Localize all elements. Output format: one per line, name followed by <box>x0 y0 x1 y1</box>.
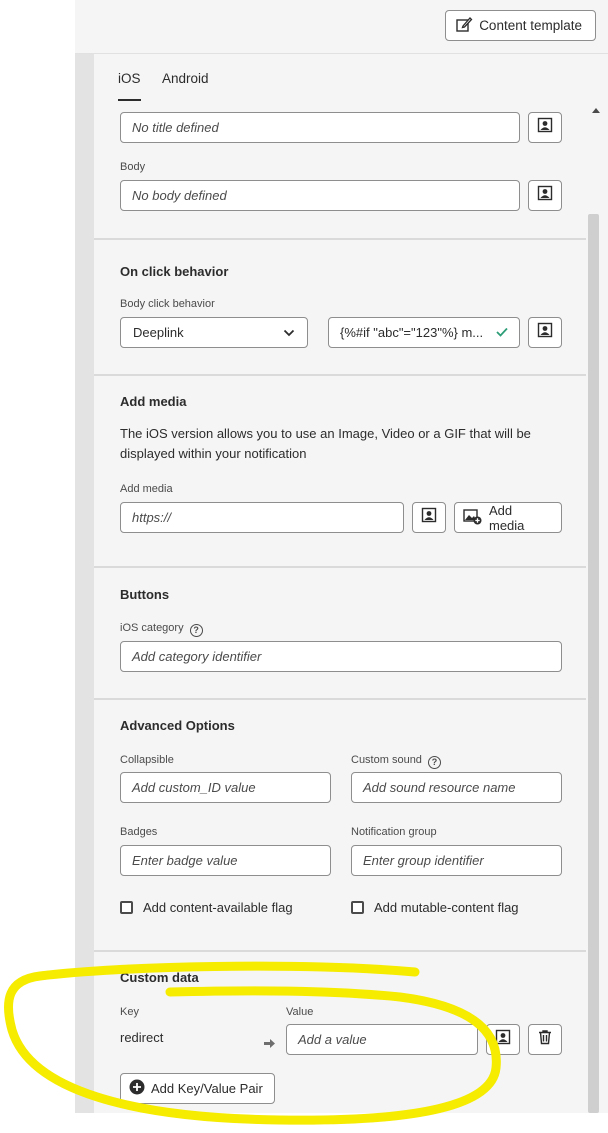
tab-ios[interactable]: iOS <box>118 71 141 101</box>
personalization-icon <box>421 507 437 528</box>
body-field[interactable]: No body defined <box>120 180 520 211</box>
checkmark-icon <box>496 325 508 340</box>
deeplink-personalize-button[interactable] <box>528 317 562 348</box>
content-available-checkbox[interactable]: Add content-available flag <box>120 900 293 915</box>
body-label: Body <box>120 161 146 173</box>
personalization-icon <box>537 322 553 343</box>
checkbox-box[interactable] <box>351 901 364 914</box>
add-media-section: Add media The iOS version allows you to … <box>94 376 586 568</box>
value-column-header: Value <box>286 1006 314 1018</box>
custom-data-personalize-button[interactable] <box>486 1024 520 1055</box>
body-click-select[interactable]: Deeplink <box>120 317 308 348</box>
help-icon[interactable]: ? <box>189 624 203 637</box>
badges-label: Badges <box>120 826 158 838</box>
checkbox-box[interactable] <box>120 901 133 914</box>
deeplink-value: {%#if "abc"="123"%} m... <box>340 325 484 340</box>
custom-sound-label: Custom sound? <box>351 754 441 769</box>
advanced-options-heading: Advanced Options <box>120 718 235 733</box>
media-personalize-button[interactable] <box>412 502 446 533</box>
panel-scrollbar[interactable] <box>586 102 608 1113</box>
tab-android[interactable]: Android <box>162 71 209 86</box>
scroll-up-arrow-icon[interactable] <box>592 108 600 113</box>
content-template-label: Content template <box>479 18 582 33</box>
chevron-down-icon <box>283 325 295 340</box>
custom-data-key: redirect <box>120 1030 164 1045</box>
notification-group-label: Notification group <box>351 826 437 838</box>
notification-group-field[interactable]: Enter group identifier <box>351 845 562 876</box>
add-media-button-label: Add media <box>489 502 525 533</box>
content-template-button[interactable]: Content template <box>445 10 596 41</box>
template-edit-icon <box>455 15 473 36</box>
body-click-value: Deeplink <box>133 325 184 340</box>
scrollbar-thumb[interactable] <box>588 214 599 1113</box>
custom-data-value-field[interactable]: Add a value <box>286 1024 478 1055</box>
top-toolbar: Content template <box>75 0 608 54</box>
badges-field[interactable]: Enter badge value <box>120 845 331 876</box>
left-rail <box>75 54 94 1113</box>
custom-sound-field[interactable]: Add sound resource name <box>351 772 562 803</box>
personalization-icon <box>537 117 553 138</box>
custom-data-section: Custom data Key Value redirect Add a val… <box>94 952 586 1113</box>
content-available-label: Add content-available flag <box>143 900 293 915</box>
add-media-description-line1: The iOS version allows you to use an Ima… <box>120 426 531 441</box>
ios-settings-panel: No title defined Body No body defined On… <box>94 102 586 1113</box>
ios-category-label: iOS category? <box>120 622 203 637</box>
add-image-icon <box>463 508 483 528</box>
mutable-content-label: Add mutable-content flag <box>374 900 519 915</box>
title-personalize-button[interactable] <box>528 112 562 143</box>
help-icon[interactable]: ? <box>427 756 441 769</box>
arrow-right-icon <box>264 1035 275 1053</box>
title-body-section: No title defined Body No body defined <box>94 102 586 240</box>
trash-icon <box>537 1029 553 1050</box>
add-media-button[interactable]: Add media <box>454 502 562 533</box>
add-key-value-pair-label: Add Key/Value Pair <box>151 1081 263 1096</box>
advanced-options-section: Advanced Options Collapsible Add custom_… <box>94 700 586 952</box>
body-personalize-button[interactable] <box>528 180 562 211</box>
deeplink-field[interactable]: {%#if "abc"="123"%} m... <box>328 317 520 348</box>
body-click-label: Body click behavior <box>120 298 215 310</box>
buttons-section: Buttons iOS category? Add category ident… <box>94 568 586 700</box>
key-column-header: Key <box>120 1006 139 1018</box>
personalization-icon <box>495 1029 511 1050</box>
platform-tabs: iOS Android <box>94 54 608 102</box>
collapsible-field[interactable]: Add custom_ID value <box>120 772 331 803</box>
ios-category-field[interactable]: Add category identifier <box>120 641 562 672</box>
add-circle-icon <box>129 1079 145 1098</box>
media-url-field[interactable]: https:// <box>120 502 404 533</box>
mutable-content-checkbox[interactable]: Add mutable-content flag <box>351 900 519 915</box>
title-field[interactable]: No title defined <box>120 112 520 143</box>
buttons-heading: Buttons <box>120 587 170 602</box>
add-media-heading: Add media <box>120 394 187 409</box>
add-media-description-line2: displayed within your notification <box>120 446 307 461</box>
on-click-heading: On click behavior <box>120 264 229 279</box>
add-media-label: Add media <box>120 483 173 495</box>
delete-pair-button[interactable] <box>528 1024 562 1055</box>
on-click-section: On click behavior Body click behavior De… <box>94 240 586 376</box>
add-key-value-pair-button[interactable]: Add Key/Value Pair <box>120 1073 275 1104</box>
personalization-icon <box>537 185 553 206</box>
collapsible-label: Collapsible <box>120 754 174 766</box>
custom-data-heading: Custom data <box>120 970 199 985</box>
